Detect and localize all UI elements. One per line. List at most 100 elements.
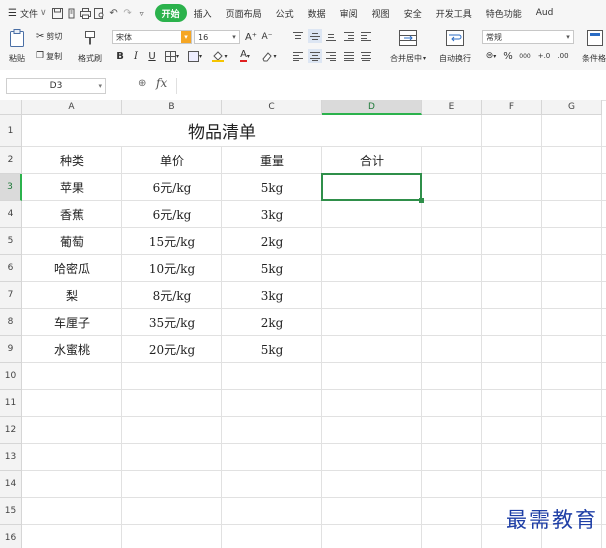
tab-7[interactable]: 安全 (397, 4, 429, 22)
decrease-decimal-button[interactable]: .00 (555, 49, 571, 63)
data-cell[interactable]: 梨 (22, 282, 122, 309)
fill-handle[interactable] (419, 198, 424, 203)
tab-9[interactable]: 特色功能 (479, 4, 529, 22)
data-cell[interactable]: 苹果 (22, 174, 122, 201)
paste-label[interactable]: 粘贴 (6, 52, 28, 64)
tab-8[interactable]: 开发工具 (429, 4, 479, 22)
undo-icon[interactable]: ↶ (107, 6, 121, 20)
increase-font-button[interactable]: A⁺ (244, 30, 258, 44)
tab-4[interactable]: 数据 (301, 4, 333, 22)
data-cell[interactable]: 3kg (222, 201, 322, 228)
merge-center-label[interactable]: 合并居中 ▾ (384, 52, 432, 64)
tab-2[interactable]: 页面布局 (219, 4, 269, 22)
conditional-format-button[interactable] (584, 28, 606, 48)
formula-bar: D3 ▾ ⊕ fx (0, 70, 606, 101)
data-cell[interactable]: 2kg (222, 309, 322, 336)
copy-button[interactable]: ❐ 复制 (36, 50, 62, 62)
customize-toolbar-icon[interactable]: ▿ (135, 6, 149, 20)
tab-6[interactable]: 视图 (365, 4, 397, 22)
cut-button[interactable]: ✂ 剪切 (36, 30, 62, 42)
header-cell[interactable]: 单价 (122, 147, 222, 174)
wrap-text-label[interactable]: 自动换行 (432, 52, 478, 64)
thousands-button[interactable]: 000 (517, 49, 533, 63)
data-cell[interactable]: 5kg (222, 174, 322, 201)
save-icon[interactable] (51, 6, 65, 20)
merge-center-text: 合并居中 (389, 53, 422, 63)
conditional-format-label[interactable]: 条件格 (582, 52, 606, 64)
spreadsheet-grid: A B C D E F G 1 2 3 4 5 6 7 8 9 10 11 12 13 14 15 16 物品清单 种类 单价 重量… (0, 100, 606, 548)
export-pdf-icon[interactable] (65, 6, 79, 20)
decrease-font-button[interactable]: A⁻ (260, 30, 274, 44)
wrap-text-button[interactable] (440, 28, 470, 48)
border-icon[interactable]: ▾ (163, 49, 181, 63)
align-center-icon[interactable] (308, 49, 322, 63)
font-name-select[interactable]: 宋体 ▾ (112, 30, 192, 44)
fill-color-icon[interactable]: ▾ (211, 49, 229, 63)
tab-10[interactable]: Aud (529, 4, 561, 22)
tab-5[interactable]: 审阅 (333, 4, 365, 22)
name-box-value: D3 (49, 81, 63, 91)
wrap-text-icon (446, 30, 464, 46)
data-cell[interactable]: 35元/kg (122, 309, 222, 336)
underline-button[interactable]: U (146, 49, 158, 63)
align-middle-icon[interactable] (308, 29, 322, 43)
italic-button[interactable]: I (130, 49, 142, 63)
data-cell[interactable]: 2kg (222, 228, 322, 255)
cut-label: 剪切 (46, 31, 63, 41)
format-painter-label[interactable]: 格式刷 (74, 52, 106, 64)
clear-format-icon[interactable]: ▾ (260, 49, 278, 63)
data-cell[interactable]: 葡萄 (22, 228, 122, 255)
data-cell[interactable]: 3kg (222, 282, 322, 309)
paste-button[interactable] (6, 28, 28, 48)
data-cell[interactable]: 6元/kg (122, 201, 222, 228)
active-cell-d3[interactable] (321, 173, 422, 201)
data-cell[interactable]: 5kg (222, 255, 322, 282)
data-cell[interactable]: 车厘子 (22, 309, 122, 336)
percent-button[interactable]: % (502, 49, 514, 63)
bold-button[interactable]: B (114, 49, 126, 63)
currency-icon[interactable]: ⊜ ▾ (482, 49, 500, 63)
tab-1[interactable]: 插入 (187, 4, 219, 22)
format-painter-button[interactable] (78, 28, 102, 48)
number-format-select[interactable]: 常规 ▾ (482, 30, 574, 44)
data-cell[interactable]: 6元/kg (122, 174, 222, 201)
data-cell[interactable]: 15元/kg (122, 228, 222, 255)
align-bottom-icon[interactable] (325, 30, 337, 42)
chevron-down-icon: ∨ (39, 8, 47, 18)
align-top-icon[interactable] (292, 30, 304, 42)
print-preview-icon[interactable] (93, 6, 107, 20)
cell-style-icon[interactable]: ▾ (186, 49, 204, 63)
merge-center-button[interactable] (388, 28, 428, 48)
data-cell[interactable]: 5kg (222, 336, 322, 363)
align-right-icon[interactable] (325, 50, 337, 62)
zoom-formula-icon[interactable]: ⊕ (138, 78, 146, 89)
indent-decrease-icon[interactable] (343, 30, 355, 42)
data-cell[interactable]: 哈密瓜 (22, 255, 122, 282)
indent-increase-icon[interactable] (360, 30, 372, 42)
file-menu[interactable]: ☰ 文件 ∨ (0, 7, 51, 20)
font-name-value: 宋体 (116, 32, 132, 42)
font-size-select[interactable]: 16 ▾ (194, 30, 240, 44)
tab-3[interactable]: 公式 (269, 4, 301, 22)
data-cell[interactable]: 20元/kg (122, 336, 222, 363)
align-left-icon[interactable] (292, 50, 304, 62)
header-cell[interactable]: 合计 (322, 147, 422, 174)
name-box[interactable]: D3 ▾ (6, 78, 106, 94)
clipboard-icon (10, 29, 24, 47)
data-cell[interactable]: 香蕉 (22, 201, 122, 228)
tab-0[interactable]: 开始 (154, 4, 187, 22)
print-icon[interactable] (79, 6, 93, 20)
fx-button[interactable]: fx (156, 76, 167, 90)
data-cell[interactable]: 10元/kg (122, 255, 222, 282)
increase-decimal-button[interactable]: +.0 (536, 49, 552, 63)
font-color-icon[interactable]: A ▾ (236, 49, 254, 63)
justify-icon[interactable] (343, 50, 355, 62)
header-cell[interactable]: 重量 (222, 147, 322, 174)
data-cell[interactable]: 水蜜桃 (22, 336, 122, 363)
formula-input[interactable] (176, 78, 606, 94)
distributed-icon[interactable] (360, 50, 372, 62)
data-cell[interactable]: 8元/kg (122, 282, 222, 309)
header-cell[interactable]: 种类 (22, 147, 122, 174)
redo-icon[interactable]: ↷ (121, 6, 135, 20)
sheet-title-cell[interactable]: 物品清单 (22, 115, 422, 146)
